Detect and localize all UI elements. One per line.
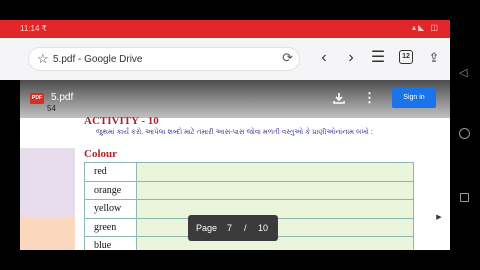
page-left-strip-lavender — [20, 148, 75, 218]
activity-instruction: જુથમાં કાર્ય કરો. આપેલા શબ્દો માટે તમારી… — [96, 129, 373, 136]
browser-toolbar: ☆ 5.pdf - Google Drive ⟳ ‹ › ☰ 12 ⇪ — [0, 38, 450, 80]
table-row: orange — [84, 180, 414, 200]
printed-page-number: 54 — [47, 104, 56, 113]
nav-home-icon[interactable] — [459, 128, 470, 139]
forward-icon[interactable]: › — [341, 48, 361, 68]
answer-cell — [136, 180, 414, 200]
back-icon[interactable]: ‹ — [314, 48, 334, 68]
star-icon[interactable]: ☆ — [37, 51, 49, 67]
page-title: 5.pdf - Google Drive — [53, 54, 143, 65]
pdf-file-icon: PDF — [30, 93, 44, 104]
page-left-strip — [20, 118, 75, 148]
colour-cell: orange — [84, 180, 137, 200]
status-icons: ▴◣ ◫ — [412, 23, 440, 32]
colour-cell: red — [84, 162, 137, 182]
tabs-icon[interactable]: 12 — [399, 50, 413, 64]
status-bar: 11:14 ₹ ▴◣ ◫ — [0, 20, 450, 38]
colour-cell: green — [84, 217, 137, 237]
menu-icon[interactable]: ☰ — [368, 48, 388, 68]
table-row: red — [84, 162, 414, 182]
nav-recents-icon[interactable] — [460, 193, 469, 202]
more-options-icon[interactable]: ⋮ — [363, 90, 376, 106]
current-page: 7 — [227, 223, 233, 233]
page-label: Page — [196, 223, 218, 233]
status-time: 11:14 ₹ — [20, 24, 47, 33]
page-indicator: Page 7 / 10 — [188, 215, 278, 241]
colour-cell: blue — [84, 236, 137, 250]
video-logo-icon: ▶ — [433, 212, 445, 223]
colour-heading: Colour — [84, 148, 117, 160]
sign-in-button[interactable]: Sign in — [392, 88, 436, 108]
viewer-header: PDF 5.pdf ⋮ Sign in — [20, 80, 450, 118]
nav-back-icon[interactable]: ◁ — [459, 66, 467, 79]
answer-cell — [136, 162, 414, 182]
upload-icon[interactable]: ⇪ — [424, 48, 444, 68]
address-bar[interactable]: ☆ 5.pdf - Google Drive ⟳ — [28, 47, 300, 71]
colour-cell: yellow — [84, 199, 137, 219]
download-icon[interactable] — [332, 91, 346, 105]
reload-icon[interactable]: ⟳ — [282, 50, 293, 66]
page-separator: / — [244, 223, 247, 233]
file-name: 5.pdf — [51, 92, 74, 103]
total-pages: 10 — [258, 223, 269, 233]
page-left-strip-peach — [20, 218, 75, 250]
